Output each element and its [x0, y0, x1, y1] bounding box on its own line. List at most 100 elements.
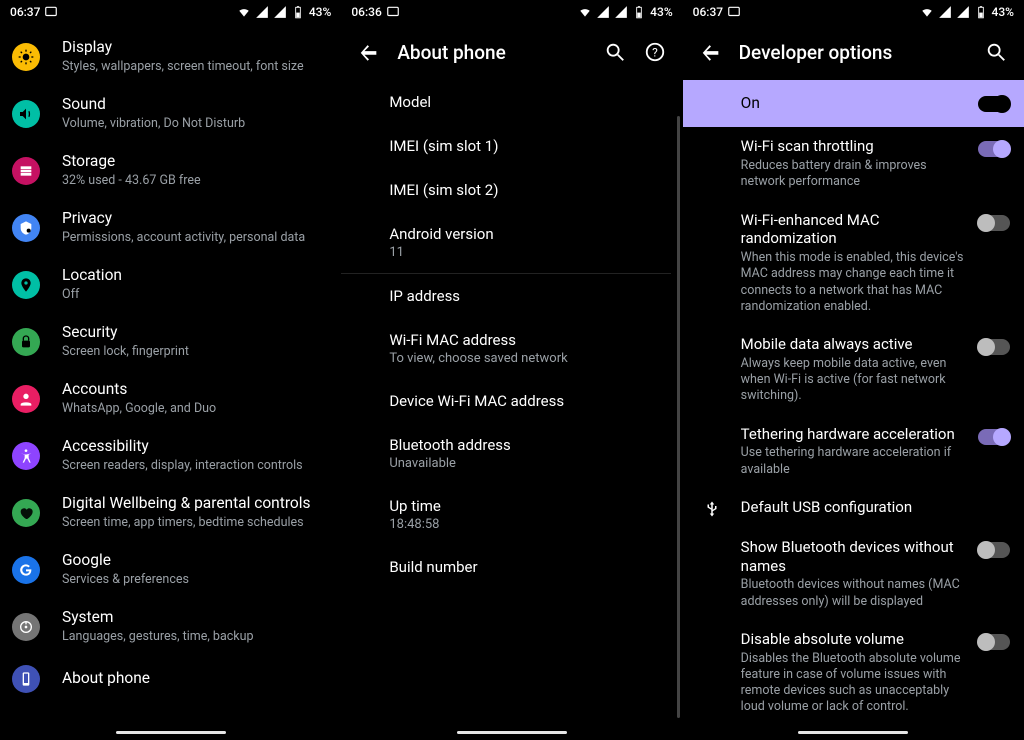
item-title: IP address [389, 287, 670, 305]
back-button[interactable] [349, 32, 389, 72]
master-toggle-row[interactable]: On [683, 80, 1024, 127]
about-icon [12, 665, 40, 693]
wifi-icon [578, 5, 592, 19]
toggle-switch[interactable] [978, 542, 1010, 558]
item-subtitle: Unavailable [389, 456, 670, 471]
location-icon [12, 271, 40, 299]
item-title: Display [62, 38, 304, 57]
battery-icon [291, 5, 305, 19]
about-item[interactable]: Android version 11 [389, 212, 670, 273]
privacy-icon [12, 214, 40, 242]
item-title: Privacy [62, 209, 305, 228]
about-item[interactable]: Wi-Fi MAC address To view, choose saved … [389, 318, 670, 379]
signal-icon [938, 5, 952, 19]
item-subtitle: Screen lock, fingerprint [62, 344, 189, 360]
item-subtitle: 11 [389, 245, 670, 260]
item-title: Mobile data always active [741, 335, 966, 354]
storage-icon [12, 157, 40, 185]
master-toggle-switch[interactable] [978, 96, 1010, 112]
settings-item-privacy[interactable]: Privacy Permissions, account activity, p… [0, 199, 341, 256]
item-subtitle: Styles, wallpapers, screen timeout, font… [62, 59, 304, 75]
about-item[interactable]: Model [389, 80, 670, 124]
scrollbar[interactable] [677, 116, 680, 718]
item-title: IMEI (sim slot 1) [389, 137, 670, 155]
about-item[interactable]: IMEI (sim slot 2) [389, 168, 670, 212]
dev-option-row[interactable]: Disable absolute volume Disables the Blu… [683, 620, 1024, 726]
signal-icon [956, 5, 970, 19]
settings-item-security[interactable]: Security Screen lock, fingerprint [0, 313, 341, 370]
settings-item-location[interactable]: Location Off [0, 256, 341, 313]
item-title: Default USB configuration [741, 498, 1000, 517]
item-subtitle: Services & preferences [62, 572, 189, 588]
wifi-icon [920, 5, 934, 19]
settings-item-google[interactable]: Google Services & preferences [0, 541, 341, 598]
sound-icon [12, 100, 40, 128]
about-item[interactable]: IMEI (sim slot 1) [389, 124, 670, 168]
item-title: Show Bluetooth devices without names [741, 538, 966, 576]
appbar: Developer options [683, 24, 1024, 80]
accounts-icon [12, 385, 40, 413]
item-title: Up time [389, 497, 670, 515]
help-button[interactable] [635, 32, 675, 72]
toggle-switch[interactable] [978, 141, 1010, 157]
cast-icon [727, 5, 741, 19]
dev-option-row[interactable]: Show Bluetooth devices without names Blu… [683, 528, 1024, 620]
dev-option-row[interactable]: Default USB configuration [683, 488, 1024, 528]
status-time: 06:37 [693, 5, 723, 19]
item-subtitle: 18:48:58 [389, 517, 670, 532]
item-title: Bluetooth address [389, 436, 670, 454]
toggle-switch[interactable] [978, 215, 1010, 231]
settings-item-storage[interactable]: Storage 32% used - 43.67 GB free [0, 142, 341, 199]
about-item[interactable]: Build number [389, 545, 670, 589]
toggle-switch[interactable] [978, 339, 1010, 355]
battery-percent: 43% [992, 5, 1014, 19]
signal-icon [273, 5, 287, 19]
item-title: Device Wi-Fi MAC address [389, 392, 670, 410]
item-title: Accessibility [62, 437, 303, 456]
dev-option-row[interactable]: Wi-Fi scan throttling Reduces battery dr… [683, 127, 1024, 200]
settings-item-sound[interactable]: Sound Volume, vibration, Do Not Disturb [0, 85, 341, 142]
dev-option-row[interactable]: Tethering hardware acceleration Use teth… [683, 415, 1024, 488]
toggle-switch[interactable] [978, 634, 1010, 650]
item-subtitle: Always keep mobile data active, even whe… [741, 356, 966, 405]
settings-item-accounts[interactable]: Accounts WhatsApp, Google, and Duo [0, 370, 341, 427]
item-subtitle: Screen readers, display, interaction con… [62, 458, 303, 474]
item-title: Wi-Fi scan throttling [741, 137, 966, 156]
toggle-switch[interactable] [978, 429, 1010, 445]
search-button[interactable] [976, 32, 1016, 72]
usb-icon [697, 500, 727, 518]
page-title: About phone [397, 41, 594, 64]
item-title: Location [62, 266, 122, 285]
system-icon [12, 613, 40, 641]
item-title: System [62, 608, 254, 627]
about-item[interactable]: Up time 18:48:58 [389, 484, 670, 545]
settings-item-display[interactable]: Display Styles, wallpapers, screen timeo… [0, 28, 341, 85]
gesture-nav-bar[interactable] [116, 731, 226, 734]
gesture-nav-bar[interactable] [457, 731, 567, 734]
google-icon [12, 556, 40, 584]
security-icon [12, 328, 40, 356]
gesture-nav-bar[interactable] [798, 731, 908, 734]
about-item[interactable]: Device Wi-Fi MAC address [389, 379, 670, 423]
about-item[interactable]: Bluetooth address Unavailable [389, 423, 670, 484]
status-bar: 06:37 43% [0, 0, 341, 24]
status-time: 06:37 [10, 5, 40, 19]
accessibility-icon [12, 442, 40, 470]
settings-item-about[interactable]: About phone [0, 655, 341, 703]
search-button[interactable] [595, 32, 635, 72]
status-bar: 06:37 43% [683, 0, 1024, 24]
item-subtitle: Screen time, app timers, bedtime schedul… [62, 515, 311, 531]
about-phone-screen: 06:36 43% About phone Model IMEI (sim sl… [341, 0, 682, 740]
item-subtitle: Use tethering hardware acceleration if a… [741, 445, 966, 478]
dev-option-row[interactable]: Wi-Fi-enhanced MAC randomization When th… [683, 201, 1024, 326]
item-title: Wi-Fi-enhanced MAC randomization [741, 211, 966, 249]
settings-item-wellbeing[interactable]: Digital Wellbeing & parental controls Sc… [0, 484, 341, 541]
item-subtitle: Reduces battery drain & improves network… [741, 158, 966, 191]
settings-item-accessibility[interactable]: Accessibility Screen readers, display, i… [0, 427, 341, 484]
settings-item-system[interactable]: System Languages, gestures, time, backup [0, 598, 341, 655]
dev-option-row[interactable]: Mobile data always active Always keep mo… [683, 325, 1024, 415]
item-title: Disable absolute volume [741, 630, 966, 649]
back-button[interactable] [691, 32, 731, 72]
signal-icon [596, 5, 610, 19]
about-item[interactable]: IP address [389, 274, 670, 318]
